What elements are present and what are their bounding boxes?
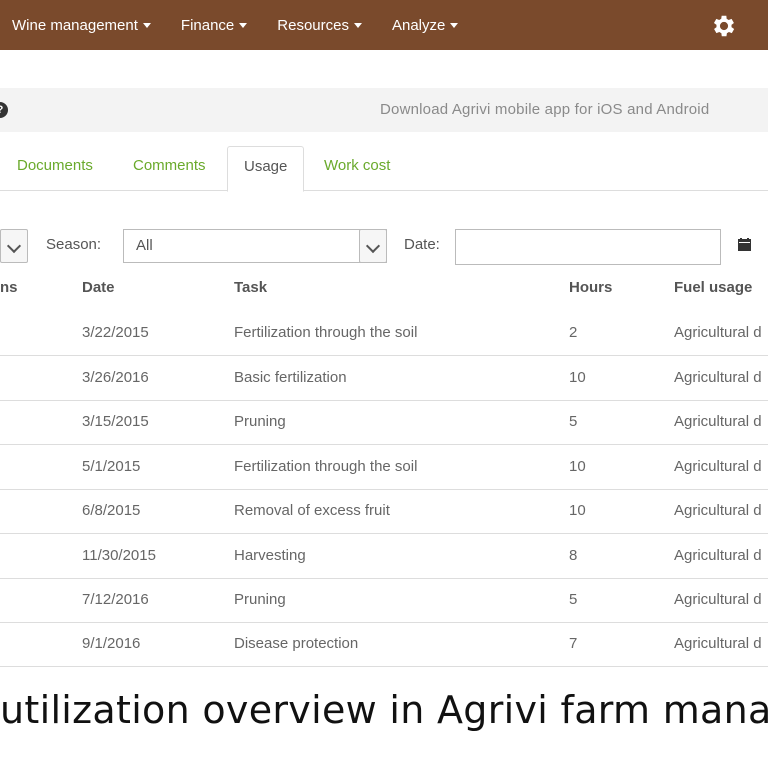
cell-fuel: Agricultural d bbox=[674, 458, 762, 475]
nav-label: Finance bbox=[180, 16, 235, 34]
cell-task: Basic fertilization bbox=[234, 369, 347, 386]
table-row[interactable]: 7/12/2016 Pruning 5 Agricultural d bbox=[0, 578, 768, 623]
cell-task: Pruning bbox=[234, 413, 286, 430]
cell-fuel: Agricultural d bbox=[674, 635, 762, 652]
chevron-down-icon[interactable] bbox=[359, 229, 387, 263]
cell-date: 6/8/2015 bbox=[82, 502, 141, 519]
announcement-bar: ? Download Agrivi mobile app for iOS and… bbox=[0, 88, 768, 132]
nav-label: Resources bbox=[277, 16, 349, 34]
date-label: Date: bbox=[404, 236, 440, 253]
cell-fuel: Agricultural d bbox=[674, 324, 762, 341]
tab-documents[interactable]: Documents bbox=[17, 146, 93, 189]
cell-date: 3/26/2016 bbox=[82, 369, 149, 386]
top-navbar: Wine management Finance Resources Analyz… bbox=[0, 0, 768, 50]
table-row[interactable]: 6/8/2015 Removal of excess fruit 10 Agri… bbox=[0, 489, 768, 534]
mobile-app-banner[interactable]: Download Agrivi mobile app for iOS and A… bbox=[380, 101, 709, 118]
table-row[interactable]: 5/1/2015 Fertilization through the soil … bbox=[0, 445, 768, 490]
help-icon[interactable]: ? bbox=[0, 102, 8, 118]
cell-task: Fertilization through the soil bbox=[234, 324, 418, 341]
table-row[interactable]: 11/30/2015 Harvesting 8 Agricultural d bbox=[0, 534, 768, 579]
caret-down-icon bbox=[353, 22, 362, 28]
gear-icon[interactable] bbox=[710, 12, 738, 40]
cell-fuel: Agricultural d bbox=[674, 591, 762, 608]
cell-hours: 5 bbox=[569, 591, 578, 608]
nav-wine-management[interactable]: Wine management bbox=[12, 17, 151, 34]
cell-hours: 10 bbox=[569, 458, 586, 475]
cell-task: Removal of excess fruit bbox=[234, 502, 390, 519]
cell-hours: 8 bbox=[569, 547, 578, 564]
cell-hours: 2 bbox=[569, 324, 578, 341]
column-header-hours[interactable]: Hours bbox=[569, 279, 612, 296]
cell-task: Fertilization through the soil bbox=[234, 458, 418, 475]
image-caption: utilization overview in Agrivi farm mana bbox=[0, 688, 768, 732]
tab-work-cost[interactable]: Work cost bbox=[324, 146, 390, 189]
tab-bar: Documents Comments Usage Work cost bbox=[0, 146, 768, 192]
nav-label: Wine management bbox=[12, 16, 138, 34]
cell-date: 3/15/2015 bbox=[82, 413, 149, 430]
column-header-task[interactable]: Task bbox=[234, 279, 267, 296]
caret-down-icon bbox=[450, 22, 459, 28]
calendar-icon[interactable] bbox=[738, 238, 751, 251]
nav-label: Analyze bbox=[391, 16, 446, 34]
cell-hours: 5 bbox=[569, 413, 578, 430]
date-input[interactable] bbox=[455, 229, 721, 265]
table-row[interactable]: 3/26/2016 Basic fertilization 10 Agricul… bbox=[0, 356, 768, 401]
dropdown-toggle[interactable] bbox=[0, 229, 28, 263]
cell-hours: 10 bbox=[569, 369, 586, 386]
cell-fuel: Agricultural d bbox=[674, 369, 762, 386]
table-row[interactable]: 3/22/2015 Fertilization through the soil… bbox=[0, 311, 768, 356]
season-select[interactable]: All bbox=[123, 229, 387, 263]
cell-fuel: Agricultural d bbox=[674, 502, 762, 519]
cell-fuel: Agricultural d bbox=[674, 547, 762, 564]
cell-task: Disease protection bbox=[234, 635, 359, 652]
table-row[interactable]: 9/1/2016 Disease protection 7 Agricultur… bbox=[0, 622, 768, 667]
cell-date: 11/30/2015 bbox=[82, 547, 156, 564]
cell-date: 9/1/2016 bbox=[82, 635, 141, 652]
nav-analyze[interactable]: Analyze bbox=[391, 16, 459, 34]
caret-down-icon bbox=[142, 22, 151, 28]
season-value: All bbox=[136, 237, 153, 254]
nav-resources[interactable]: Resources bbox=[277, 17, 362, 34]
cell-hours: 7 bbox=[569, 635, 578, 652]
cell-date: 7/12/2016 bbox=[82, 591, 149, 608]
nav-finance[interactable]: Finance bbox=[180, 16, 248, 34]
cell-date: 5/1/2015 bbox=[82, 458, 141, 475]
column-header-fuel-usage[interactable]: Fuel usage bbox=[674, 279, 752, 296]
column-header-date[interactable]: Date bbox=[82, 279, 115, 296]
table-row[interactable]: 3/15/2015 Pruning 5 Agricultural d bbox=[0, 400, 768, 445]
tab-comments[interactable]: Comments bbox=[133, 146, 206, 189]
season-label: Season: bbox=[46, 236, 102, 253]
cell-task: Pruning bbox=[234, 591, 286, 608]
caret-down-icon bbox=[239, 22, 248, 28]
tab-usage[interactable]: Usage bbox=[227, 146, 305, 192]
cell-hours: 10 bbox=[569, 502, 586, 519]
cell-task: Harvesting bbox=[234, 547, 306, 564]
column-header-truncated: ns bbox=[0, 279, 18, 296]
cell-date: 3/22/2015 bbox=[82, 324, 149, 341]
cell-fuel: Agricultural d bbox=[674, 413, 762, 430]
